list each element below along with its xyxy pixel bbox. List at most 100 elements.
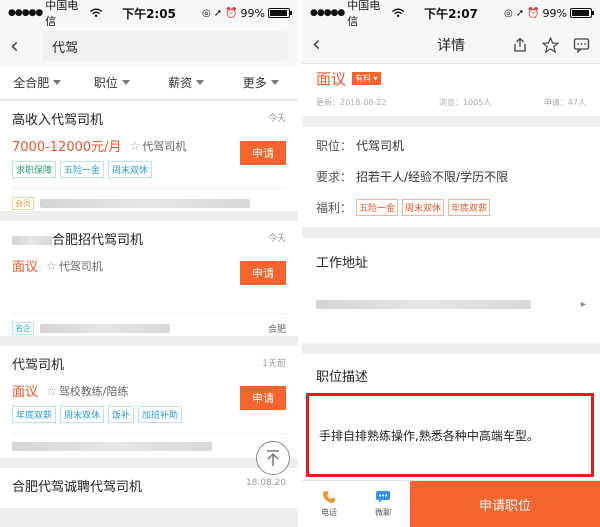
filter-position[interactable]: 职位 xyxy=(75,74,150,91)
back-arrow-icon[interactable]: ‹ xyxy=(312,32,338,57)
search-results-screen: ●●●●● 中国电信 下午2:05 ◎ ➚ ⏰ 99% ‹ 代驾 全合肥 职位 … xyxy=(0,0,298,527)
section-title: 工作地址 xyxy=(316,256,369,271)
info-label: 要求： xyxy=(316,170,353,184)
location-icon: ◎ xyxy=(201,7,211,19)
welfare-tag: 年底双薪 xyxy=(12,406,57,423)
job-detail-screen: ●●●●● 中国电信 下午2:07 ◎ ➚ ⏰ 99% ‹ 详情 面议 有料 ▾… xyxy=(302,0,600,527)
search-input[interactable]: 代驾 xyxy=(42,31,288,61)
position-value: 代驾司机 xyxy=(356,139,405,153)
salary: 面议 xyxy=(12,385,39,400)
salary: 面议 xyxy=(316,70,347,88)
welfare-tag: 周末双休 xyxy=(402,199,445,216)
carrier-label: 中国电信 xyxy=(45,0,79,28)
blurred-text xyxy=(12,236,52,245)
job-title: 合肥代驾诚聘代驾司机 xyxy=(12,480,143,495)
post-time: 1天前 xyxy=(262,359,286,369)
carrier-label: 中国电信 xyxy=(347,0,381,28)
bottom-action-bar: 电话 微聊 申请职位 xyxy=(302,480,600,527)
work-address-section[interactable]: 工作地址 ▸ xyxy=(302,238,600,343)
apply-button[interactable]: 申请 xyxy=(240,141,286,165)
badge[interactable]: 有料 ▾ xyxy=(352,72,381,85)
battery-percent: 99% xyxy=(542,6,567,20)
back-to-top-button[interactable] xyxy=(256,441,290,475)
phone-button[interactable]: 电话 xyxy=(302,481,356,527)
post-time: 18.08.20 xyxy=(245,478,286,488)
filter-bar: 全合肥 职位 薪资 更多 xyxy=(0,66,298,100)
chevron-down-icon xyxy=(270,80,279,85)
status-bar: ●●●●● 中国电信 下午2:07 ◎ ➚ ⏰ 99% xyxy=(302,0,600,28)
direction-icon: ➚ xyxy=(213,7,223,19)
clock: 下午2:07 xyxy=(424,6,478,21)
salary: 7000-12000元/月 xyxy=(12,140,122,155)
star-outline-icon[interactable]: ☆ xyxy=(46,259,57,273)
chevron-right-icon: ▸ xyxy=(580,299,586,310)
wifi-icon xyxy=(391,8,404,18)
post-time: 今天 xyxy=(267,234,286,244)
welfare-tag: 周末双休 xyxy=(108,161,153,178)
arrow-up-icon xyxy=(267,450,279,466)
favorite-star-icon[interactable] xyxy=(542,36,559,53)
welfare-tag: 加班补助 xyxy=(138,406,183,423)
post-time: 今天 xyxy=(267,114,286,124)
job-description-section: 职位描述 手排自排熟练操作,熟悉各种中高端车型。 xyxy=(302,354,600,480)
wifi-icon xyxy=(89,8,102,18)
blurred-address xyxy=(316,300,531,309)
chevron-down-icon xyxy=(196,80,205,85)
back-arrow-icon[interactable]: ‹ xyxy=(10,34,36,59)
nav-bar: ‹ 详情 xyxy=(302,26,600,64)
welfare-tag: 饭补 xyxy=(108,406,135,423)
salary: 面议 xyxy=(12,260,39,275)
job-card[interactable]: 高收入代驾司机 今天 7000-12000元/月 ☆ 代驾司机 求职保障 五险一金… xyxy=(0,101,298,211)
job-title: 代驾司机 xyxy=(12,358,65,373)
info-label: 福利： xyxy=(316,201,353,215)
job-card[interactable]: 合肥代驾诚聘代驾司机 18.08.20 xyxy=(0,468,298,508)
share-icon[interactable] xyxy=(512,37,528,53)
apply-count: 申请：47人 xyxy=(543,98,586,107)
chevron-down-icon xyxy=(53,80,62,85)
requirement-value: 招若干人/经验不限/学历不限 xyxy=(356,170,509,184)
signal-icon: ●●●●● xyxy=(310,8,345,18)
apply-button[interactable]: 申请 xyxy=(240,386,286,410)
famous-company-badge: 名企 xyxy=(12,322,34,335)
company-name: 代驾司机 xyxy=(58,259,103,273)
battery-icon xyxy=(268,8,292,18)
view-count: 浏览：1005人 xyxy=(438,98,492,107)
chat-button[interactable]: 微聊 xyxy=(356,481,410,527)
blurred-company-info xyxy=(40,199,250,208)
city-label: 合肥 xyxy=(267,325,286,335)
star-outline-icon[interactable]: ☆ xyxy=(46,384,57,398)
job-title: 合肥招代驾司机 xyxy=(12,229,286,248)
message-icon[interactable] xyxy=(573,37,590,53)
welfare-tag: 求职保障 xyxy=(12,161,57,178)
signal-icon: ●●●●● xyxy=(8,8,43,18)
member-badge: 会员 xyxy=(12,197,34,210)
apply-job-button[interactable]: 申请职位 xyxy=(410,481,600,527)
clock: 下午2:05 xyxy=(122,6,176,21)
welfare-tag: 周末双休 xyxy=(60,406,105,423)
filter-area[interactable]: 全合肥 xyxy=(0,74,75,91)
direction-icon: ➚ xyxy=(515,7,525,19)
filter-more[interactable]: 更多 xyxy=(224,74,299,91)
battery-percent: 99% xyxy=(240,6,265,20)
battery-icon xyxy=(570,8,594,18)
job-info: 职位： 代驾司机 要求： 招若干人/经验不限/学历不限 福利： 五险一金 周末双休 … xyxy=(302,127,600,227)
description-highlight-box: 手排自排熟练操作,熟悉各种中高端车型。 xyxy=(306,393,594,477)
info-label: 职位： xyxy=(316,139,353,153)
filter-salary[interactable]: 薪资 xyxy=(149,74,224,91)
chevron-down-icon xyxy=(121,80,130,85)
location-icon: ◎ xyxy=(503,7,513,19)
update-date: 更新：2018-08-22 xyxy=(316,98,387,107)
job-card[interactable]: 合肥招代驾司机 今天 面议 ☆ 代驾司机 申请 名企 合肥 xyxy=(0,221,298,336)
chat-icon xyxy=(376,491,390,503)
apply-button[interactable]: 申请 xyxy=(240,261,286,285)
welfare-tag: 五险一金 xyxy=(60,161,105,178)
job-title: 高收入代驾司机 xyxy=(12,113,104,128)
job-card[interactable]: 代驾司机 1天前 面议 ☆ 驾校教练/陪练 年底双薪 周末双休 饭补 加班补助 申… xyxy=(0,346,298,458)
star-outline-icon[interactable]: ☆ xyxy=(130,139,141,153)
company-name: 驾校教练/陪练 xyxy=(58,384,129,398)
search-bar: ‹ 代驾 xyxy=(0,26,298,66)
welfare-tag: 年底双薪 xyxy=(448,199,491,216)
welfare-tag: 五险一金 xyxy=(356,199,399,216)
description-text: 手排自排熟练操作,熟悉各种中高端车型。 xyxy=(319,428,539,443)
alarm-icon: ⏰ xyxy=(527,7,540,19)
